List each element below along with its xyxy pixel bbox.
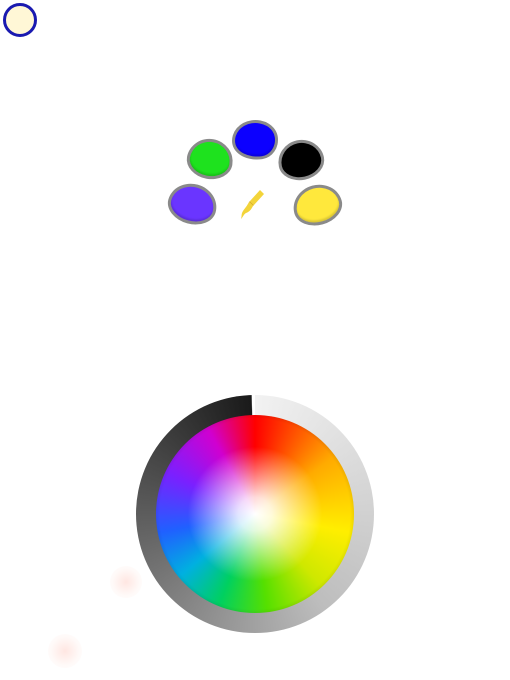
paint-blob-blue[interactable]: [229, 116, 281, 164]
paint-blob-yellow[interactable]: [288, 179, 347, 231]
faint-paint-dot: [110, 566, 142, 598]
current-color-swatch[interactable]: [3, 3, 37, 37]
paint-blob-purple[interactable]: [163, 178, 222, 230]
faint-paint-dot: [48, 634, 82, 668]
paint-blob-green[interactable]: [183, 135, 237, 183]
paint-blob-black[interactable]: [274, 135, 328, 185]
paintbrush-icon[interactable]: [238, 188, 266, 222]
color-wheel[interactable]: [156, 415, 354, 613]
